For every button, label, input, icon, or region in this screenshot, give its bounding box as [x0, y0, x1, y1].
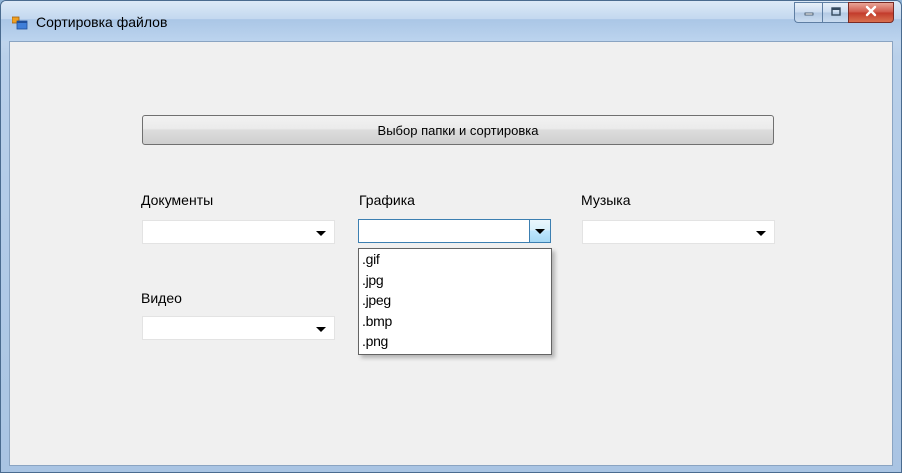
graphics-label: Графика: [359, 192, 415, 208]
chevron-down-icon[interactable]: [316, 327, 326, 332]
graphics-dropdown-button[interactable]: [529, 220, 550, 242]
chevron-down-icon[interactable]: [316, 231, 326, 236]
music-label: Музыка: [581, 192, 631, 208]
graphics-dropdown-list: .gif .jpg .jpeg .bmp .png: [358, 248, 552, 355]
form-icon: [11, 14, 28, 30]
video-label: Видео: [141, 290, 182, 306]
title-bar[interactable]: Сортировка файлов: [1, 1, 901, 41]
list-item[interactable]: .bmp: [359, 311, 551, 332]
music-combobox[interactable]: [582, 220, 775, 244]
graphics-combobox[interactable]: [358, 219, 551, 243]
list-item[interactable]: .gif: [359, 249, 551, 270]
documents-combobox[interactable]: [142, 220, 335, 244]
list-item[interactable]: .jpeg: [359, 290, 551, 311]
caption-buttons: [794, 2, 894, 23]
form-client-area: Выбор папки и сортировка Документы Графи…: [9, 41, 893, 466]
close-button[interactable]: [848, 2, 894, 23]
minimize-button[interactable]: [794, 2, 822, 23]
select-folder-and-sort-button[interactable]: Выбор папки и сортировка: [142, 115, 774, 145]
video-combobox[interactable]: [142, 316, 335, 340]
list-item[interactable]: .jpg: [359, 270, 551, 291]
chevron-down-icon[interactable]: [756, 231, 766, 236]
documents-label: Документы: [141, 192, 214, 208]
app-window: Сортировка файлов Выбор папки и сортиров…: [0, 0, 902, 473]
window-title: Сортировка файлов: [36, 14, 168, 30]
maximize-icon: [830, 6, 842, 20]
maximize-button[interactable]: [822, 2, 848, 23]
minimize-icon: [803, 6, 815, 20]
list-item[interactable]: .png: [359, 331, 551, 352]
close-icon: [864, 5, 878, 20]
chevron-down-icon: [535, 229, 545, 234]
